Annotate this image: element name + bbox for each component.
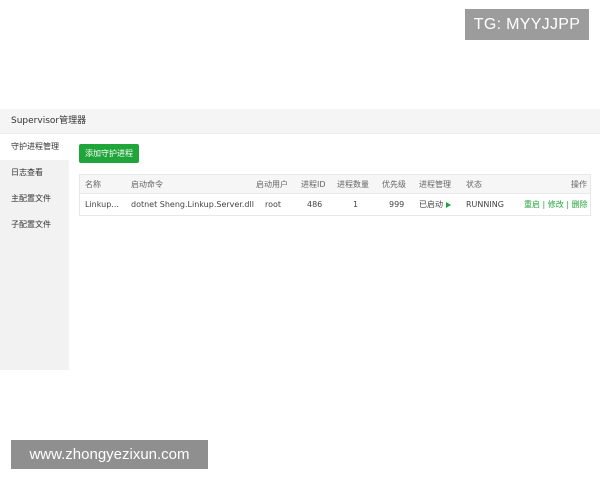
row-ops: 重启 | 修改 | 删除 [524,194,588,215]
process-table: 名称 启动命令 启动用户 进程ID 进程数量 优先级 进程管理 状态 操作 Li… [79,174,591,216]
row-state: RUNNING [466,200,504,209]
tg-badge: TG: MYYJJPP [465,9,589,40]
col-header-ops: 操作 [571,180,587,189]
row-command: dotnet Sheng.Linkup.Server.dll [131,200,254,209]
play-icon [446,201,451,208]
app-title: Supervisor管理器 [11,116,87,126]
col-header-user: 启动用户 [256,180,288,189]
sidebar: 守护进程管理 日志查看 主配置文件 子配置文件 [0,134,69,370]
row-name: Linkup... [85,200,119,209]
col-header-priority: 优先级 [382,180,406,189]
row-priority: 999 [389,200,405,209]
sidebar-item-sub-config[interactable]: 子配置文件 [0,212,69,238]
ops-separator: | [542,200,546,209]
col-header-manage: 进程管理 [419,180,451,189]
sidebar-item-log-viewer[interactable]: 日志查看 [0,160,69,186]
table-header: 名称 启动命令 启动用户 进程ID 进程数量 优先级 进程管理 状态 操作 [80,175,590,194]
restart-link[interactable]: 重启 [524,200,540,209]
delete-link[interactable]: 删除 [572,200,588,209]
row-manage-label: 已启动 [419,200,443,209]
site-watermark: www.zhongyezixun.com [11,440,208,469]
table-row: Linkup... dotnet Sheng.Linkup.Server.dll… [80,194,590,215]
col-header-count: 进程数量 [337,180,369,189]
row-manage-toggle[interactable]: 已启动 [419,194,451,215]
row-count: 1 [353,200,359,209]
ops-separator: | [566,200,570,209]
add-daemon-button[interactable]: 添加守护进程 [79,144,139,163]
app-header: Supervisor管理器 [0,109,600,134]
col-header-pid: 进程ID [301,180,326,189]
col-header-state: 状态 [466,180,482,189]
edit-link[interactable]: 修改 [548,200,564,209]
page: TG: MYYJJPP Supervisor管理器 守护进程管理 日志查看 主配… [0,0,600,480]
row-pid: 486 [307,200,323,209]
sidebar-item-main-config[interactable]: 主配置文件 [0,186,69,212]
col-header-command: 启动命令 [131,180,163,189]
col-header-name: 名称 [85,180,101,189]
sidebar-item-process-manager[interactable]: 守护进程管理 [0,134,69,160]
row-user: root [265,200,282,209]
